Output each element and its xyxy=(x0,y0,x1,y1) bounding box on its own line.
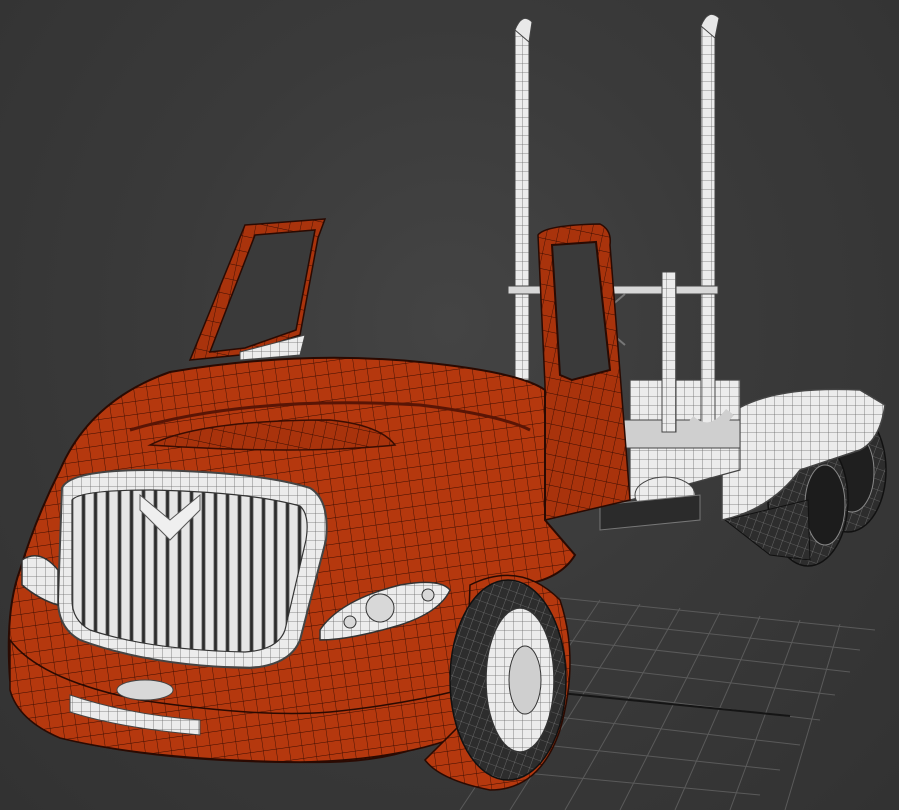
viewport-canvas[interactable] xyxy=(0,0,899,810)
exhaust-stack-right[interactable] xyxy=(686,13,734,433)
left-door[interactable] xyxy=(188,218,327,361)
3d-viewport[interactable] xyxy=(0,0,899,810)
grille[interactable] xyxy=(56,468,328,670)
right-door[interactable] xyxy=(537,223,631,521)
exhaust-stack-left[interactable] xyxy=(514,17,533,381)
